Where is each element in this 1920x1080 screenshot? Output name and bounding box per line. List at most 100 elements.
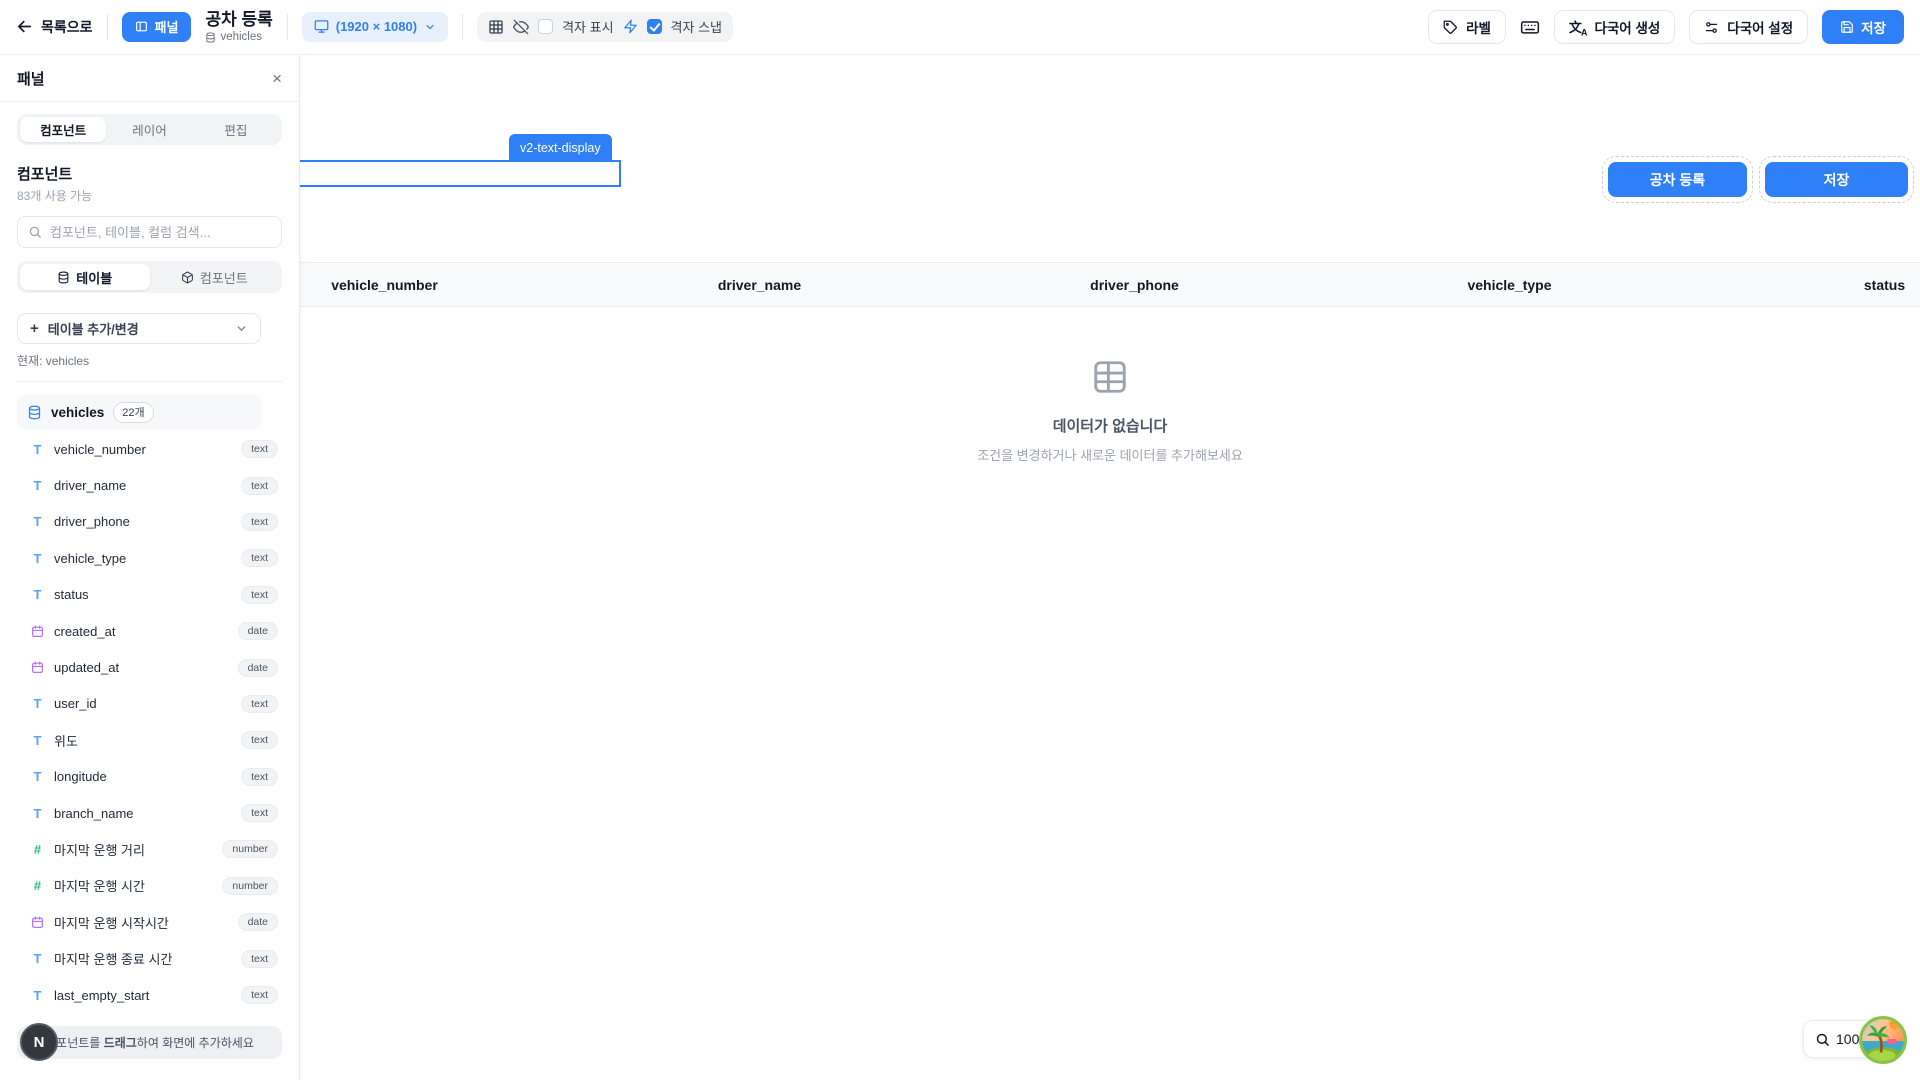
component-search[interactable]: [17, 216, 282, 248]
field-row[interactable]: T # vehicle_number text: [17, 431, 282, 467]
text-type-icon: T: [30, 769, 45, 784]
screen-size-dropdown[interactable]: (1920 × 1080): [302, 12, 448, 42]
add-change-table-label: 테이블 추가/변경: [48, 319, 139, 338]
field-row[interactable]: T # branch_name text: [17, 795, 282, 831]
back-to-list-button[interactable]: 목록으로: [16, 17, 93, 37]
field-row[interactable]: T # longitude text: [17, 759, 282, 795]
canvas-register-button[interactable]: 공차 등록: [1608, 162, 1747, 197]
field-type-badge: date: [238, 913, 278, 931]
field-type-badge: number: [222, 877, 278, 895]
table-vehicles[interactable]: vehicles 22개: [17, 395, 261, 429]
date-type-icon: [30, 916, 45, 929]
monitor-icon: [314, 19, 329, 34]
i18n-settings-button[interactable]: 다국어 설정: [1689, 10, 1808, 44]
island-sticker[interactable]: [1858, 1015, 1908, 1065]
side-panel: 패널 × 컴포넌트 레이어 편집 컴포넌트 83개 사용 가능: [0, 55, 300, 1080]
search-input[interactable]: [50, 225, 271, 240]
panel-title: 패널: [17, 68, 45, 89]
divider: [107, 14, 108, 40]
field-row[interactable]: T # user_id text: [17, 686, 282, 722]
tab-layers[interactable]: 레이어: [106, 117, 192, 142]
table-name: vehicles: [51, 405, 104, 420]
record-count-badge: 22개: [113, 402, 153, 423]
field-type-badge: text: [241, 731, 278, 749]
text-type-icon: T: [30, 951, 45, 966]
grid-show-checkbox[interactable]: [538, 19, 553, 34]
divider: [17, 381, 282, 382]
database-icon: [27, 405, 42, 420]
text-type-icon: T: [30, 514, 45, 529]
tab-edit[interactable]: 편집: [193, 117, 279, 142]
add-change-table-button[interactable]: + 테이블 추가/변경: [17, 313, 261, 344]
divider: [462, 14, 463, 40]
i18n-generate-button[interactable]: 文A 다국어 생성: [1554, 10, 1675, 44]
field-row[interactable]: T # 마지막 운행 시간 number: [17, 868, 282, 904]
avatar[interactable]: N: [20, 1023, 58, 1061]
field-type-badge: number: [222, 840, 278, 858]
empty-state-title: 데이터가 없습니다: [300, 415, 1920, 436]
field-type-badge: text: [241, 768, 278, 786]
save-button[interactable]: 저장: [1822, 10, 1904, 44]
field-type-badge: date: [238, 659, 278, 677]
canvas-save-button[interactable]: 저장: [1765, 162, 1908, 197]
database-icon: [205, 32, 216, 43]
field-row[interactable]: T # driver_phone text: [17, 504, 282, 540]
drag-hint-suffix: 하여 화면에 추가하세요: [137, 1036, 254, 1050]
text-type-icon: T: [30, 478, 45, 493]
mode-tab-components[interactable]: 컴포넌트: [150, 264, 280, 290]
field-name: updated_at: [54, 660, 119, 675]
text-type-icon: T: [30, 442, 45, 457]
selected-text-display-component[interactable]: [278, 160, 621, 187]
page-title: 공차 등록: [205, 10, 272, 30]
components-section-title: 컴포넌트: [17, 163, 282, 184]
table-column-header[interactable]: driver_name: [572, 263, 947, 306]
tab-components[interactable]: 컴포넌트: [20, 117, 106, 142]
field-row[interactable]: T # updated_at date: [17, 649, 282, 685]
field-type-badge: date: [238, 622, 278, 640]
field-type-badge: text: [241, 804, 278, 822]
field-row[interactable]: T # last_empty_start text: [17, 977, 282, 1013]
page-title-block: 공차 등록 vehicles: [205, 10, 272, 45]
field-type-badge: text: [241, 950, 278, 968]
magnifier-icon: [1815, 1032, 1830, 1047]
chevron-down-icon: [235, 322, 248, 335]
field-row[interactable]: T # 마지막 운행 거리 number: [17, 831, 282, 867]
field-name: status: [54, 587, 89, 602]
table-column-header[interactable]: vehicle_type: [1322, 263, 1697, 306]
zoom-level-value: 100: [1836, 1031, 1859, 1047]
field-row[interactable]: T # created_at date: [17, 613, 282, 649]
data-table-header: vehicle_number driver_name driver_phone …: [197, 262, 1920, 307]
field-type-badge: text: [241, 440, 278, 458]
grid-icon[interactable]: [488, 19, 504, 35]
lightning-icon[interactable]: [623, 19, 638, 34]
field-row[interactable]: T # vehicle_type text: [17, 540, 282, 576]
panel-toggle-button[interactable]: 패널: [122, 12, 192, 42]
field-row[interactable]: T # 위도 text: [17, 722, 282, 758]
mode-tabs: 테이블 컴포넌트: [17, 261, 282, 293]
field-row[interactable]: T # driver_name text: [17, 467, 282, 503]
keyboard-shortcuts-icon[interactable]: [1520, 17, 1540, 37]
field-row[interactable]: T # 마지막 운행 시작시간 date: [17, 904, 282, 940]
mode-tab-tables[interactable]: 테이블: [20, 264, 150, 290]
field-name: longitude: [54, 769, 107, 784]
save-icon: [1840, 20, 1854, 34]
field-row[interactable]: T # status text: [17, 577, 282, 613]
topbar: 목록으로 패널 공차 등록 vehicles: [0, 0, 1920, 55]
field-type-badge: text: [241, 695, 278, 713]
text-type-icon: T: [30, 988, 45, 1003]
field-type-badge: text: [241, 549, 278, 567]
search-icon: [28, 225, 42, 239]
close-icon[interactable]: ×: [272, 70, 282, 87]
table-column-header[interactable]: driver_phone: [947, 263, 1322, 306]
components-available-count: 83개 사용 가능: [17, 187, 282, 204]
label-button[interactable]: 라벨: [1428, 10, 1506, 44]
package-icon: [181, 271, 194, 284]
field-name: driver_phone: [54, 514, 130, 529]
eye-off-icon[interactable]: [513, 19, 529, 35]
field-type-badge: text: [241, 586, 278, 604]
field-row[interactable]: T # 마지막 운행 종료 시간 text: [17, 940, 282, 976]
text-type-icon: T: [30, 587, 45, 602]
grid-show-label: 격자 표시: [562, 17, 613, 36]
table-column-header[interactable]: status: [1697, 263, 1920, 306]
grid-snap-checkbox[interactable]: [647, 19, 662, 34]
